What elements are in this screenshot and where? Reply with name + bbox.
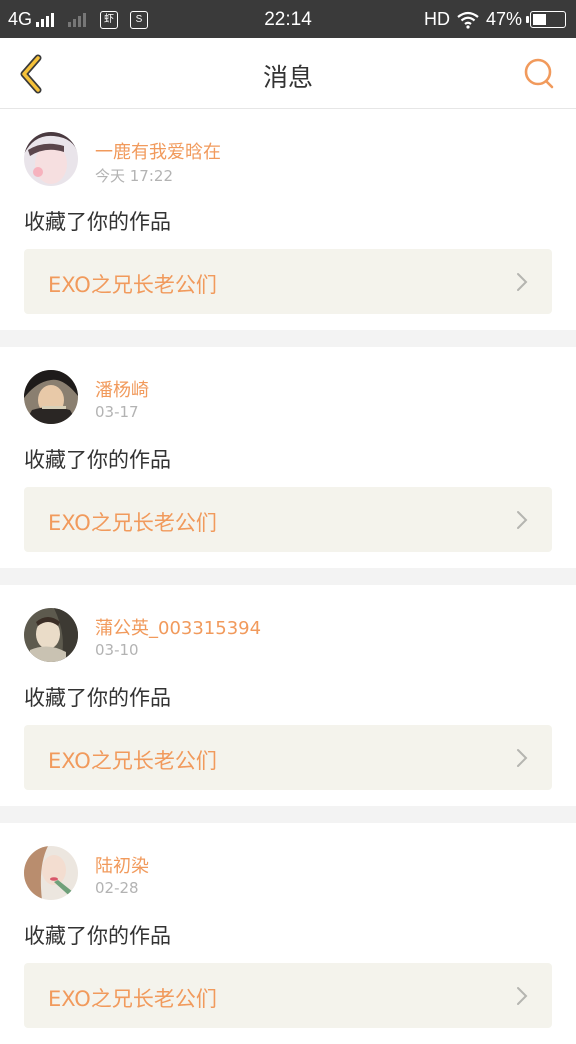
avatar[interactable]	[24, 608, 78, 662]
chevron-right-icon	[517, 987, 528, 1005]
search-icon	[524, 58, 554, 89]
message-item: 一鹿有我爱晗在 今天 17:22 收藏了你的作品 EXO之兄长老公们	[0, 109, 576, 330]
avatar[interactable]	[24, 132, 78, 186]
username[interactable]: 蒲公英_003315394	[95, 614, 261, 640]
chevron-right-icon	[517, 273, 528, 291]
message-item: 潘杨崎 03-17 收藏了你的作品 EXO之兄长老公们	[0, 347, 576, 568]
page-title: 消息	[262, 63, 313, 92]
chevron-right-icon	[517, 749, 528, 767]
message-time: 03-17	[95, 403, 139, 421]
action-text: 收藏了你的作品	[24, 210, 171, 234]
work-title: EXO之兄长老公们	[48, 273, 217, 297]
action-text: 收藏了你的作品	[24, 686, 171, 710]
work-link[interactable]: EXO之兄长老公们	[24, 963, 552, 1028]
work-title: EXO之兄长老公们	[48, 987, 217, 1011]
message-time: 今天 17:22	[95, 167, 173, 185]
work-link[interactable]: EXO之兄长老公们	[24, 725, 552, 790]
work-title: EXO之兄长老公们	[48, 749, 217, 773]
work-link[interactable]: EXO之兄长老公们	[24, 249, 552, 314]
action-text: 收藏了你的作品	[24, 448, 171, 472]
status-bar: 4G 虾 S 22:14 HD 47%	[0, 0, 576, 38]
search-button[interactable]	[522, 57, 556, 91]
status-bar-right: HD 47%	[424, 9, 566, 30]
action-text: 收藏了你的作品	[24, 924, 171, 948]
message-list: 一鹿有我爱晗在 今天 17:22 收藏了你的作品 EXO之兄长老公们 潘杨崎 0…	[0, 109, 576, 1044]
chevron-right-icon	[517, 511, 528, 529]
nav-bar: 消息	[0, 38, 576, 109]
message-item: 蒲公英_003315394 03-10 收藏了你的作品 EXO之兄长老公们	[0, 585, 576, 806]
hd-indicator: HD	[423, 9, 450, 29]
divider	[0, 330, 576, 347]
work-link[interactable]: EXO之兄长老公们	[24, 487, 552, 552]
username[interactable]: 潘杨崎	[95, 376, 149, 402]
username[interactable]: 一鹿有我爱晗在	[95, 138, 221, 164]
avatar[interactable]	[24, 370, 78, 424]
wifi-icon	[457, 11, 479, 29]
message-time: 03-10	[95, 641, 139, 659]
divider	[0, 568, 576, 585]
battery-percent: 47%	[485, 9, 522, 29]
battery-icon	[526, 11, 566, 28]
message-time: 02-28	[95, 879, 139, 897]
divider	[0, 806, 576, 823]
avatar[interactable]	[24, 846, 78, 900]
message-item: 陆初染 02-28 收藏了你的作品 EXO之兄长老公们	[0, 823, 576, 1044]
username[interactable]: 陆初染	[95, 852, 149, 878]
work-title: EXO之兄长老公们	[48, 511, 217, 535]
